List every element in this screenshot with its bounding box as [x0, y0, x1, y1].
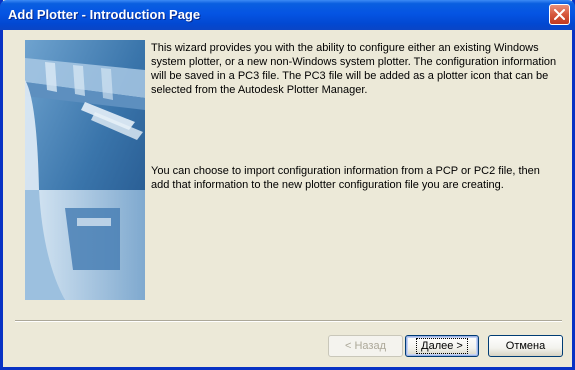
add-plotter-dialog: Add Plotter - Introduction Page This wiz…: [0, 0, 575, 370]
next-button[interactable]: Далее >: [405, 335, 479, 357]
intro-paragraph-2: You can choose to import configuration i…: [151, 165, 540, 191]
back-button[interactable]: < Назад: [328, 335, 403, 357]
cancel-button[interactable]: Отмена: [488, 335, 563, 357]
button-separator: [15, 320, 562, 322]
cancel-button-label: Отмена: [505, 340, 546, 352]
close-button[interactable]: [549, 4, 570, 25]
back-button-label: < Назад: [345, 340, 386, 352]
close-icon: [554, 9, 565, 20]
intro-paragraph-1: This wizard provides you with the abilit…: [151, 42, 557, 96]
window-title: Add Plotter - Introduction Page: [8, 7, 201, 22]
next-button-label: Далее >: [416, 338, 468, 354]
title-bar[interactable]: Add Plotter - Introduction Page: [0, 0, 575, 30]
plotter-illustration: [25, 40, 145, 300]
